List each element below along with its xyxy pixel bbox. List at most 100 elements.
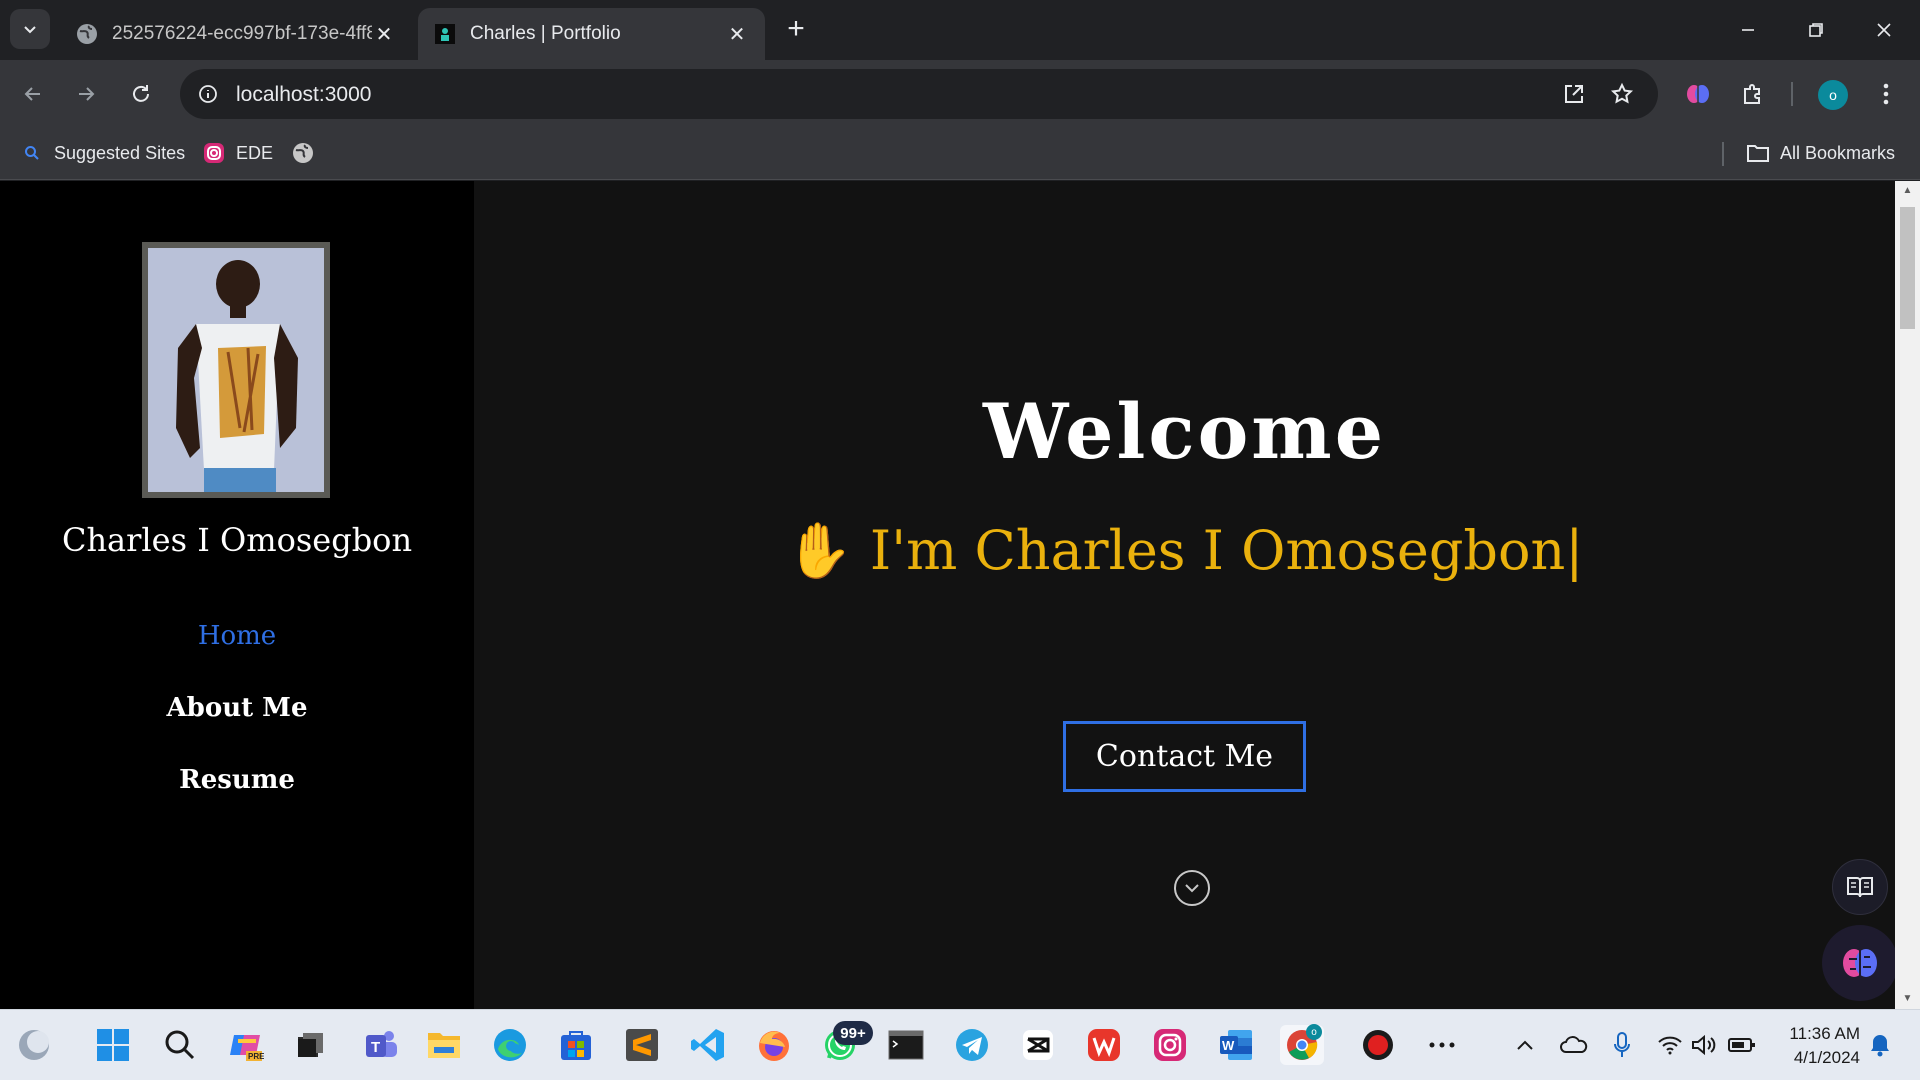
volume-icon[interactable] — [1684, 1025, 1724, 1065]
welcome-heading: Welcome — [982, 387, 1387, 476]
portfolio-sidebar: Charles I Omosegbon Home About Me Resume — [0, 181, 474, 1009]
intro-typed-text: ✋ I'm Charles I Omosegbon| — [785, 519, 1584, 582]
scroll-down-button[interactable] — [1174, 870, 1210, 906]
globe-icon — [291, 141, 315, 165]
scroll-down-arrow-icon[interactable]: ▼ — [1901, 992, 1914, 1005]
globe-icon — [76, 23, 98, 45]
search-icon[interactable] — [160, 1025, 200, 1065]
all-bookmarks-button[interactable]: All Bookmarks — [1746, 141, 1895, 165]
instagram-icon[interactable] — [1150, 1025, 1190, 1065]
tab-title: Charles | Portfolio — [470, 23, 621, 44]
restore-button[interactable] — [1782, 0, 1850, 60]
scroll-up-arrow-icon[interactable]: ▲ — [1901, 184, 1914, 197]
nav-item-home[interactable]: Home — [0, 621, 474, 693]
capcut-icon[interactable] — [1018, 1025, 1058, 1065]
wps-office-icon[interactable] — [1084, 1025, 1124, 1065]
tab-strip: 252576224-ecc997bf-173e-4ff8 ✕ Charles |… — [0, 0, 1920, 60]
nav-item-about-me[interactable]: About Me — [0, 693, 474, 765]
reload-button[interactable] — [121, 74, 161, 114]
tab-title: 252576224-ecc997bf-173e-4ff8 — [112, 23, 372, 44]
chevron-down-icon — [1185, 884, 1199, 893]
bookmark-ede[interactable]: EDE — [202, 141, 273, 165]
brain-extension-icon[interactable] — [1678, 74, 1718, 114]
address-bar[interactable]: localhost:3000 — [180, 69, 1658, 119]
book-icon — [1847, 877, 1873, 898]
clock-date: 4/1/2024 — [1793, 1048, 1860, 1067]
tab-close-icon[interactable]: ✕ — [372, 22, 396, 46]
restore-icon — [1809, 23, 1823, 37]
notification-bell-icon[interactable] — [1860, 1025, 1900, 1065]
microsoft-store-icon[interactable] — [556, 1025, 596, 1065]
address-text: localhost:3000 — [236, 83, 372, 106]
reload-icon — [133, 85, 149, 102]
search-icon — [20, 141, 44, 165]
screen-recorder-icon[interactable] — [1358, 1025, 1398, 1065]
hero-section: Welcome ✋ I'm Charles I Omosegbon| Conta… — [474, 181, 1895, 1009]
folder-icon — [1746, 141, 1770, 165]
forward-button[interactable] — [66, 74, 106, 114]
page-viewport: Charles I Omosegbon Home About Me Resume… — [0, 181, 1920, 1009]
tab-search-button[interactable] — [10, 9, 50, 49]
site-info-icon[interactable] — [192, 78, 224, 110]
new-tab-button[interactable]: + — [780, 14, 812, 46]
site-favicon-icon — [434, 23, 456, 45]
brain-icon — [1843, 949, 1877, 977]
tab-image[interactable]: 252576224-ecc997bf-173e-4ff8 ✕ — [60, 8, 412, 60]
profile-photo-frame — [142, 242, 330, 498]
svg-text:T: T — [371, 1039, 380, 1056]
tab-portfolio[interactable]: Charles | Portfolio ✕ — [418, 8, 765, 60]
whatsapp-notification-badge: 99+ — [833, 1021, 873, 1045]
profile-avatar[interactable]: o — [1818, 80, 1848, 110]
bookmark-globe[interactable] — [291, 141, 325, 165]
telegram-icon[interactable] — [952, 1025, 992, 1065]
terminal-icon[interactable] — [886, 1025, 926, 1065]
tab-close-icon[interactable]: ✕ — [725, 22, 749, 46]
more-apps-icon[interactable] — [1422, 1025, 1462, 1065]
vscode-icon[interactable] — [688, 1025, 728, 1065]
minimize-icon — [1742, 29, 1754, 31]
microphone-icon[interactable] — [1602, 1025, 1642, 1065]
windows-taskbar: PRE T 99+ W o 11:36 AM 4/1/2024 — [0, 1009, 1920, 1080]
bookmark-suggested-sites[interactable]: Suggested Sites — [20, 141, 185, 165]
sidebar-nav: Home About Me Resume — [0, 621, 474, 837]
edge-icon[interactable] — [490, 1025, 530, 1065]
task-view-icon[interactable] — [290, 1025, 330, 1065]
arrow-left-icon — [24, 87, 40, 101]
nav-item-resume[interactable]: Resume — [0, 765, 474, 837]
file-explorer-icon[interactable] — [424, 1025, 464, 1065]
toolbar-separator — [1791, 82, 1793, 106]
onedrive-icon[interactable] — [1554, 1025, 1594, 1065]
svg-text:W: W — [1222, 1038, 1235, 1053]
reader-mode-button[interactable] — [1832, 859, 1888, 915]
word-icon[interactable]: W — [1216, 1025, 1256, 1065]
sidebar-name: Charles I Omosegbon — [61, 521, 413, 559]
bookmarks-bar: Suggested Sites EDE All Bookmarks — [0, 128, 1920, 180]
page-scrollbar[interactable]: ▲ ▼ — [1895, 181, 1920, 1009]
browser-toolbar: localhost:3000 o — [0, 60, 1920, 128]
arrow-right-icon — [79, 87, 95, 101]
menu-kebab-icon[interactable] — [1866, 74, 1906, 114]
battery-icon[interactable] — [1722, 1025, 1762, 1065]
back-button[interactable] — [13, 74, 53, 114]
contact-me-button[interactable]: Contact Me — [1063, 721, 1306, 792]
close-icon — [1877, 23, 1891, 37]
bookmark-label: EDE — [236, 142, 274, 163]
close-window-button[interactable] — [1850, 0, 1918, 60]
chevron-down-icon — [24, 26, 36, 34]
instagram-icon — [202, 141, 226, 165]
system-clock[interactable]: 11:36 AM 4/1/2024 — [1770, 1022, 1860, 1070]
open-external-icon[interactable] — [1558, 78, 1590, 110]
windows-start-icon[interactable] — [93, 1025, 133, 1065]
copilot-icon[interactable]: PRE — [226, 1025, 266, 1065]
firefox-icon[interactable] — [754, 1025, 794, 1065]
teams-icon[interactable]: T — [361, 1025, 401, 1065]
sublime-text-icon[interactable] — [622, 1025, 662, 1065]
weather-widget-icon[interactable] — [14, 1025, 54, 1065]
extensions-puzzle-icon[interactable] — [1733, 74, 1773, 114]
bookmarks-separator — [1722, 142, 1724, 166]
bookmark-star-icon[interactable] — [1606, 78, 1638, 110]
show-hidden-icons-chevron-icon[interactable] — [1505, 1025, 1545, 1065]
ai-assistant-button[interactable] — [1822, 925, 1898, 1001]
scrollbar-thumb[interactable] — [1900, 207, 1915, 329]
minimize-button[interactable] — [1714, 0, 1782, 60]
